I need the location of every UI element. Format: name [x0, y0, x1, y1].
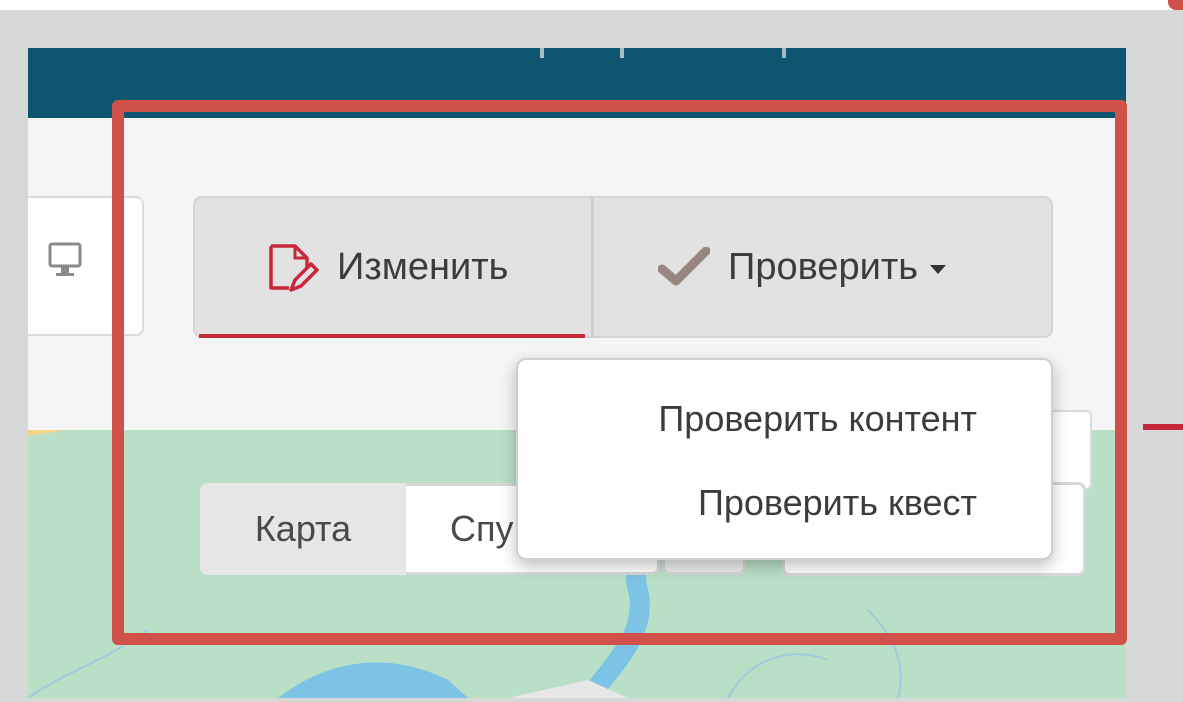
header-tick: [540, 48, 544, 58]
annotation-highlight-frame: [112, 100, 1127, 645]
header-tick: [782, 48, 786, 58]
annotation-connector: [1143, 424, 1183, 430]
monitor-icon: [48, 242, 82, 276]
header-tick: [620, 48, 624, 58]
top-border: [0, 0, 1183, 10]
